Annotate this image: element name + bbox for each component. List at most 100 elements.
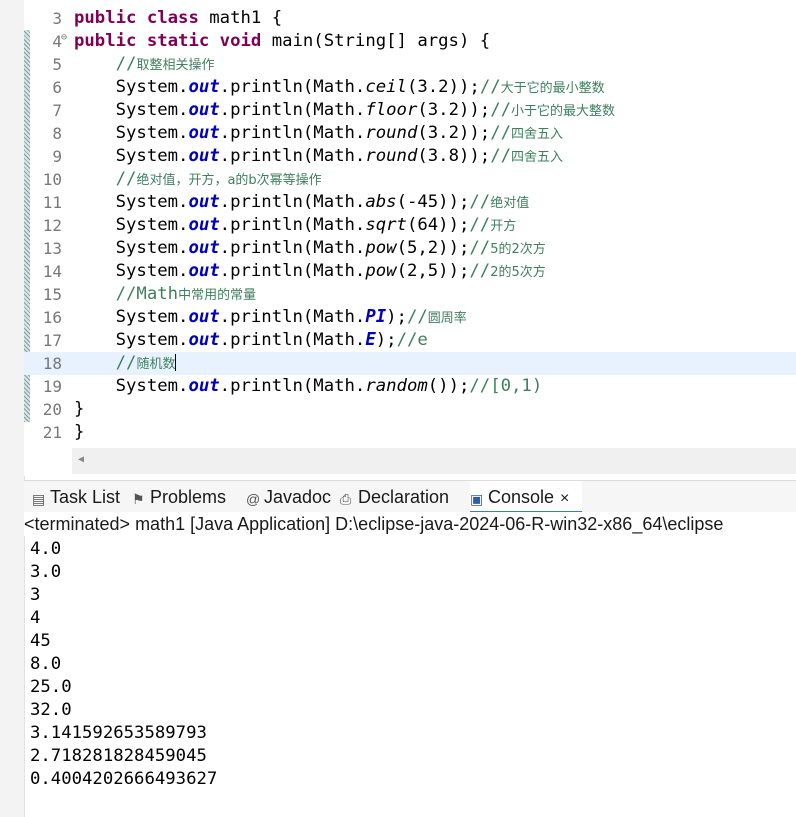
code-text: //取整相关操作 [74, 53, 215, 77]
code-token: // [115, 169, 137, 189]
problems-icon: ⚑ [132, 491, 145, 507]
code-line[interactable]: 4 ⊖ public static void main(String[] args)… [24, 30, 796, 53]
code-token: out [188, 215, 220, 235]
code-line[interactable]: 20} [24, 398, 796, 421]
code-line[interactable]: 14 System.out.println(Math.pow(2,5));//2… [24, 260, 796, 283]
code-text: //Math中常用的常量 [74, 283, 256, 307]
tab-task-list[interactable]: ▤ Task List [32, 481, 128, 513]
code-line[interactable]: 12 System.out.println(Math.sqrt(64));//开… [24, 214, 796, 237]
code-text: System.out.println(Math.random());//[0,1… [74, 375, 543, 398]
code-token: System. [74, 123, 189, 143]
javadoc-icon: @ [246, 491, 261, 507]
code-token: round [365, 123, 418, 143]
tab-javadoc[interactable]: @ Javadoc [246, 481, 336, 513]
code-line[interactable]: 10 //绝对值，开方，a的b次幂等操作 [24, 168, 796, 191]
code-token: System. [74, 215, 189, 235]
code-token: .println(Math. [219, 146, 366, 166]
code-token: public static void [74, 31, 272, 51]
code-token: 圆周率 [427, 311, 467, 326]
code-token: System. [74, 307, 189, 327]
code-token: out [188, 123, 220, 143]
task-list-icon: ▤ [32, 491, 46, 507]
horizontal-scrollbar[interactable]: ◀ [72, 448, 796, 474]
fold-toggle-icon[interactable]: ⊖ [61, 33, 67, 43]
code-line[interactable]: 17 System.out.println(Math.E);//e [24, 329, 796, 352]
console-line: 25.0 [30, 677, 72, 697]
line-number: 13 [42, 239, 62, 258]
code-line[interactable]: 6 System.out.println(Math.ceil(3.2));//大… [24, 76, 796, 99]
code-line[interactable]: 18 //随机数 [24, 352, 796, 375]
line-number: 10 [42, 170, 62, 189]
console-line: 3.0 [30, 562, 62, 582]
line-number: 18 [42, 354, 62, 373]
code-token: System. [74, 100, 189, 120]
code-token: out [188, 376, 220, 396]
code-token: math1 { [209, 8, 283, 28]
code-token: E [365, 330, 376, 350]
code-token: out [188, 330, 220, 350]
code-line[interactable]: 9 System.out.println(Math.round(3.8));//… [24, 145, 796, 168]
code-token: // [469, 261, 491, 281]
code-token: System. [74, 376, 189, 396]
code-token: System. [74, 192, 189, 212]
code-token: // [469, 192, 491, 212]
tab-problems[interactable]: ⚑ Problems [132, 481, 242, 513]
code-token: System. [74, 146, 189, 166]
code-text: System.out.println(Math.round(3.8));//四舍… [74, 145, 563, 169]
code-text: System.out.println(Math.round(3.2));//四舍… [74, 122, 563, 146]
code-token: .println(Math. [219, 376, 366, 396]
code-token: 5的2次方 [490, 242, 546, 257]
code-text: System.out.println(Math.ceil(3.2));//大于它… [74, 76, 605, 100]
code-token: .println(Math. [219, 77, 366, 97]
code-token: 中常用的常量 [178, 288, 257, 303]
code-line[interactable]: 11 System.out.println(Math.abs(-45));//绝… [24, 191, 796, 214]
console-output[interactable]: 4.0 3.0 3 4 45 8.0 25.0 32.0 3.141592653589793 2.… [30, 538, 217, 791]
code-text: public static void main(String[] args) { [74, 30, 490, 53]
code-token: //Math [115, 284, 179, 304]
scroll-left-arrow-icon[interactable]: ◀ [78, 454, 84, 465]
code-token: (3.2)); [417, 100, 491, 120]
code-line[interactable]: 15 //Math中常用的常量 [24, 283, 796, 306]
code-token: out [188, 261, 220, 281]
code-token: 随机数 [136, 357, 176, 372]
code-line[interactable]: 3 public class math1 { [24, 7, 796, 30]
declaration-icon: ⎙ [340, 491, 352, 507]
code-token: 取整相关操作 [136, 58, 215, 73]
code-line[interactable]: 13 System.out.println(Math.pow(5,2));//5… [24, 237, 796, 260]
code-line[interactable]: 16 System.out.println(Math.PI);//圆周率 [24, 306, 796, 329]
tab-label: Task List [50, 487, 121, 507]
line-number: 17 [42, 331, 62, 350]
code-line[interactable]: 8 System.out.println(Math.round(3.2));//… [24, 122, 796, 145]
code-token: 四舍五入 [511, 127, 564, 142]
close-icon[interactable]: × [560, 490, 569, 507]
tab-console[interactable]: ▣ Console × [470, 481, 582, 513]
left-window-strip [0, 0, 25, 817]
code-token: .println(Math. [219, 100, 366, 120]
code-line[interactable]: 19 System.out.println(Math.random());//[… [24, 375, 796, 398]
console-line: 45 [30, 631, 51, 651]
line-number: 4 [52, 32, 62, 51]
code-token: (5,2)); [396, 238, 470, 258]
code-text: System.out.println(Math.E);//e [74, 329, 428, 352]
code-token: out [188, 77, 220, 97]
code-token: 四舍五入 [511, 150, 564, 165]
code-token: PI [365, 307, 387, 327]
tab-declaration[interactable]: ⎙ Declaration [340, 481, 466, 513]
line-number: 3 [52, 9, 62, 28]
console-line: 4 [30, 608, 41, 628]
code-token: out [188, 192, 220, 212]
code-token: // [406, 307, 428, 327]
tab-label: Declaration [358, 487, 450, 507]
console-line: 0.4004202666493627 [30, 769, 218, 789]
code-line[interactable]: 7 System.out.println(Math.floor(3.2));//… [24, 99, 796, 122]
code-line[interactable]: 21} [24, 421, 796, 444]
text-caret [175, 354, 177, 371]
code-line[interactable]: 5 //取整相关操作 [24, 53, 796, 76]
line-number: 19 [42, 377, 62, 396]
code-token: public class [74, 8, 210, 28]
code-token: sqrt [365, 215, 407, 235]
code-token: System. [74, 238, 189, 258]
